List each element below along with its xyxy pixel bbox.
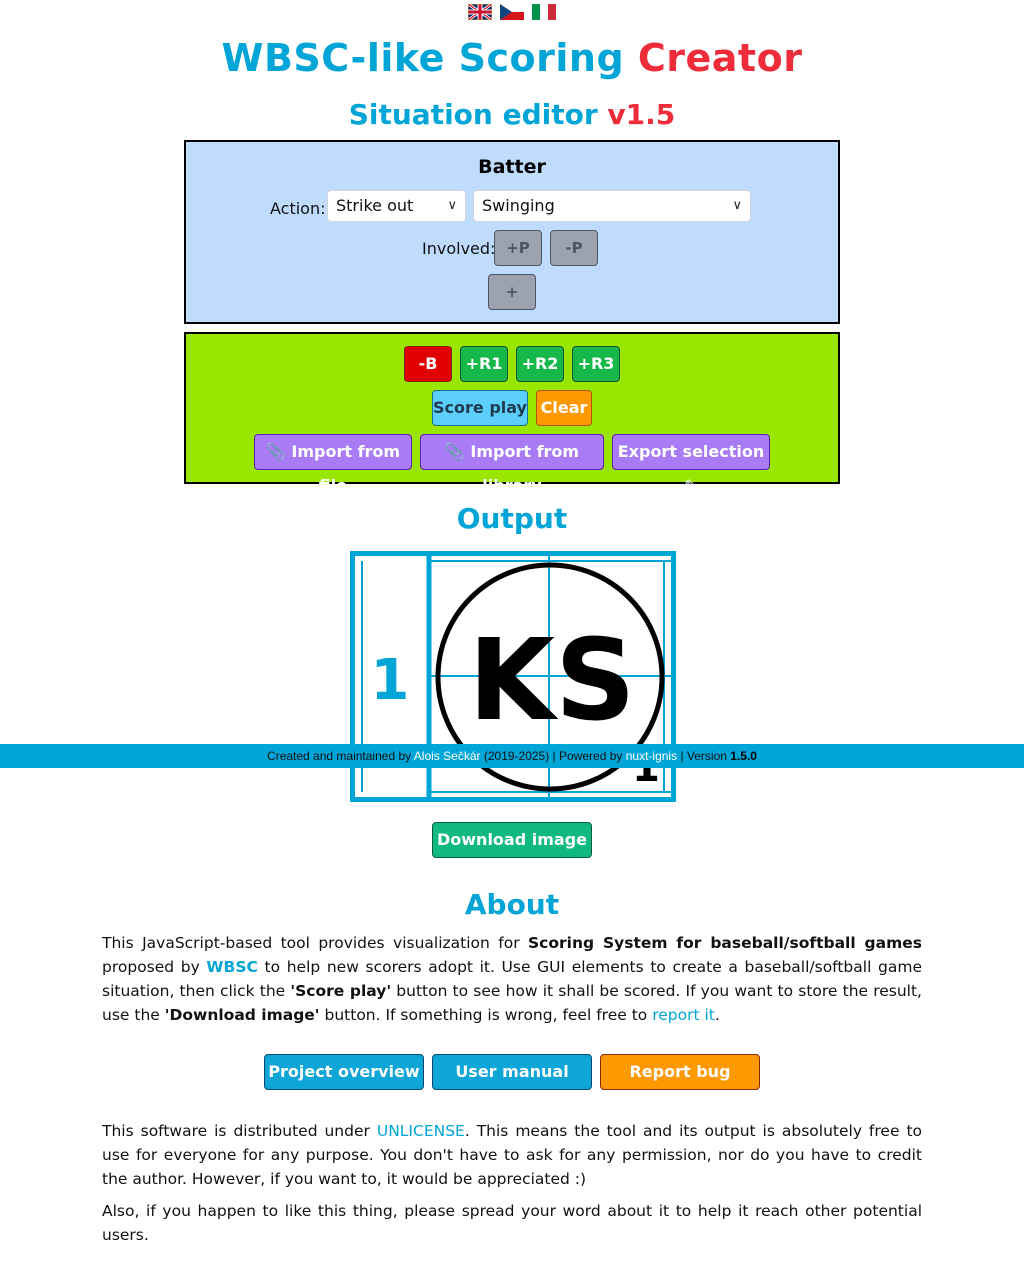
share-paragraph: Also, if you happen to like this thing, … <box>102 1202 922 1244</box>
import-file-button[interactable]: 📎 Import from file <box>254 434 412 495</box>
batter-title: Batter <box>478 156 546 178</box>
output-heading: Output <box>456 502 568 535</box>
action-select[interactable]: Strike out ∨ <box>327 190 466 222</box>
about-bold-score-play: 'Score play' <box>290 982 392 1000</box>
user-manual-button[interactable]: User manual <box>432 1054 592 1090</box>
italian-flag-icon[interactable] <box>532 4 556 20</box>
about-text: . <box>714 1006 720 1024</box>
remove-batter-button[interactable]: -B <box>404 346 452 382</box>
subtitle-version: v1.5 <box>607 98 676 131</box>
action-label: Action: <box>270 199 326 218</box>
batter-panel: Batter Action: Strike out ∨ Swinging ∨ I… <box>184 140 840 324</box>
page-subtitle: Situation editor v1.5 <box>0 98 1024 131</box>
subtitle-main: Situation editor <box>348 98 598 131</box>
action-select-value: Strike out <box>336 196 414 215</box>
involved-label: Involved: <box>422 239 496 258</box>
pencil-icon: ✎ <box>684 476 698 495</box>
paperclip-icon: 📎 <box>265 442 286 461</box>
project-overview-button[interactable]: Project overview <box>264 1054 424 1090</box>
about-bold-system: Scoring System for baseball/softball gam… <box>528 934 922 952</box>
about-paragraph: This JavaScript-based tool provides visu… <box>102 931 922 1027</box>
about-text: proposed by <box>102 958 200 976</box>
add-action-button[interactable]: + <box>488 274 536 310</box>
czech-flag-icon[interactable] <box>500 4 524 20</box>
language-switcher <box>0 4 1024 20</box>
footer-version: 1.5.0 <box>730 749 757 763</box>
license-paragraph: This software is distributed under UNLIC… <box>102 1119 922 1191</box>
report-bug-button[interactable]: Report bug <box>600 1054 760 1090</box>
page-title: WBSC-like Scoring Creator <box>0 36 1024 80</box>
paperclip-icon: 📎 <box>444 442 465 461</box>
author-link[interactable]: Alois Sečkár <box>414 749 481 763</box>
clear-button[interactable]: Clear <box>536 390 592 426</box>
about-bold-download: 'Download image' <box>164 1006 320 1024</box>
title-main: WBSC-like Scoring <box>221 36 625 80</box>
chevron-down-icon: ∨ <box>732 198 742 213</box>
left-number: 1 <box>371 648 410 713</box>
unlicense-link[interactable]: UNLICENSE <box>377 1122 465 1140</box>
score-play-button[interactable]: Score play <box>432 390 528 426</box>
specific-select-value: Swinging <box>482 196 555 215</box>
import-file-label: Import from file <box>291 442 401 495</box>
footer-bar: Created and maintained by Alois Sečkár (… <box>0 744 1024 768</box>
footer-years: (2019-2025) | Powered by <box>483 749 623 763</box>
add-r1-button[interactable]: +R1 <box>460 346 508 382</box>
specific-action-select[interactable]: Swinging ∨ <box>473 190 751 222</box>
export-selection-label: Export selection <box>617 442 765 461</box>
add-r3-button[interactable]: +R3 <box>572 346 620 382</box>
footer-version-label: | Version <box>680 749 727 763</box>
report-it-link[interactable]: report it <box>652 1006 715 1024</box>
title-accent: Creator <box>637 36 803 80</box>
add-player-button[interactable]: +P <box>494 230 542 266</box>
english-flag-icon[interactable] <box>468 4 492 20</box>
remove-player-button[interactable]: -P <box>550 230 598 266</box>
download-image-button[interactable]: Download image <box>432 822 592 858</box>
import-library-label: Import from library <box>470 442 580 495</box>
about-text: button. If something is wrong, feel free… <box>324 1006 648 1024</box>
wbsc-link[interactable]: WBSC <box>206 958 257 976</box>
license-text: This software is distributed under <box>102 1122 370 1140</box>
export-selection-button[interactable]: Export selection ✎ <box>612 434 770 495</box>
import-library-button[interactable]: 📎 Import from library <box>420 434 604 495</box>
controls-panel: -B +R1 +R2 +R3 Score play Clear 📎 Import… <box>184 332 840 495</box>
chevron-down-icon: ∨ <box>447 198 457 213</box>
about-text: This JavaScript-based tool provides visu… <box>102 934 520 952</box>
about-heading: About <box>464 888 560 921</box>
add-r2-button[interactable]: +R2 <box>516 346 564 382</box>
ks-label: KS <box>468 616 635 746</box>
engine-link[interactable]: nuxt-ignis <box>626 749 677 763</box>
footer-prefix: Created and maintained by <box>267 749 412 763</box>
